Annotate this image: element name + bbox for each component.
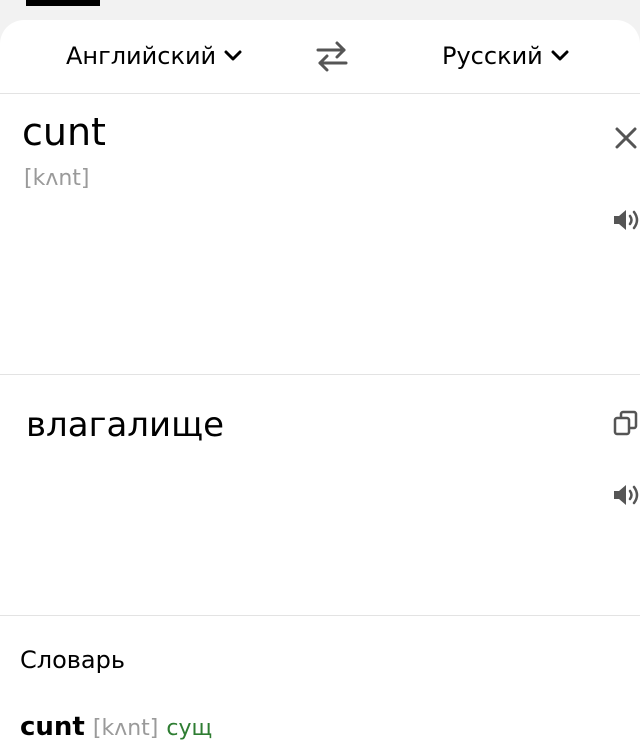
language-bar: Английский Русский [0,20,640,94]
dictionary-entry[interactable]: cunt [kʌnt] сущ [20,712,212,742]
source-language-selector[interactable]: Английский [66,38,242,74]
target-language-label: Русский [442,42,543,70]
translation-panel: влагалище [0,375,640,616]
dictionary-transcription: [kʌnt] [92,716,159,741]
part-of-speech-label: сущ [166,716,213,741]
top-tab-strip [0,0,640,22]
dictionary-word: cunt [20,712,85,742]
translator-card: Английский Русский cunt [kʌnt] влагалище… [0,20,640,755]
close-icon[interactable] [612,124,640,152]
source-text[interactable]: cunt [22,108,106,156]
speaker-icon[interactable] [612,207,640,233]
dictionary-section: Словарь cunt [kʌnt] сущ [0,616,640,755]
translation-text: влагалище [26,405,225,445]
source-language-label: Английский [66,42,217,70]
copy-icon[interactable] [612,409,640,437]
translator-screen: Английский Русский cunt [kʌnt] влагалище… [0,0,640,755]
chevron-down-icon [224,50,242,61]
active-tab-indicator [26,0,100,6]
source-transcription: [kʌnt] [24,166,90,191]
speaker-icon[interactable] [612,482,640,508]
chevron-down-icon [551,50,569,61]
source-text-panel[interactable]: cunt [kʌnt] [0,94,640,375]
swap-languages-icon[interactable] [314,40,350,72]
dictionary-title: Словарь [20,646,126,674]
target-language-selector[interactable]: Русский [442,38,569,74]
